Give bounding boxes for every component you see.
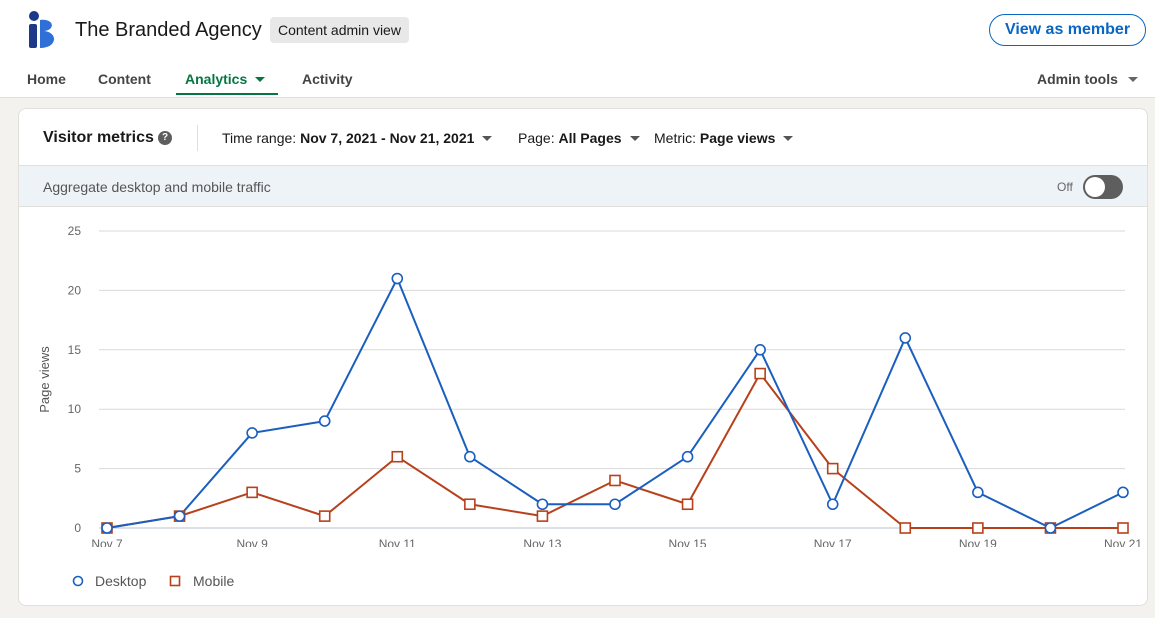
legend-circle-marker-icon — [72, 575, 84, 587]
data-point-mobile — [246, 486, 258, 499]
data-point-desktop — [972, 486, 984, 499]
metric-filter-value: Page views — [699, 130, 776, 146]
data-point-desktop — [826, 498, 839, 511]
data-point-mobile — [899, 522, 912, 534]
data-point-mobile — [826, 462, 839, 475]
toggle-knob — [1085, 177, 1105, 197]
data-point-mobile — [464, 498, 476, 511]
series-line-desktop — [106, 277, 1124, 529]
visitor-metrics-title: Visitor metrics — [43, 129, 154, 146]
nav-tab-activity[interactable]: Activity — [302, 70, 353, 88]
y-tick-label: 0 — [74, 521, 81, 535]
data-point-desktop — [536, 498, 549, 511]
aggregate-traffic-toggle[interactable] — [1083, 175, 1123, 199]
nav-tab-analytics[interactable]: Analytics — [185, 70, 266, 88]
page-filter-label: Page: — [518, 130, 555, 146]
legend-square-marker-icon — [169, 575, 181, 587]
y-tick-label: 5 — [74, 462, 81, 476]
nav-tab-content[interactable]: Content — [98, 70, 151, 88]
data-point-desktop — [318, 415, 331, 427]
data-point-desktop — [464, 450, 476, 463]
data-point-mobile — [391, 450, 404, 463]
caret-down-icon — [482, 135, 493, 141]
time-range-label: Time range: — [222, 130, 297, 146]
data-point-desktop — [681, 450, 694, 463]
view-as-member-button[interactable]: View as member — [989, 14, 1146, 46]
page-filter-value: All Pages — [558, 130, 622, 146]
data-point-mobile — [1117, 522, 1129, 534]
time-range-filter[interactable]: Time range: Nov 7, 2021 - Nov 21, 2021 — [222, 129, 493, 147]
data-point-desktop — [754, 344, 766, 356]
data-point-mobile — [536, 510, 549, 522]
x-tick-label: Nov 11 — [379, 537, 416, 547]
x-tick-label: Nov 17 — [814, 537, 852, 547]
caret-down-icon — [255, 76, 266, 82]
caret-down-icon — [629, 135, 640, 141]
metric-filter[interactable]: Metric: Page views — [654, 129, 794, 147]
data-point-desktop — [1117, 486, 1129, 499]
data-point-mobile — [972, 522, 984, 534]
x-tick-label: Nov 19 — [959, 537, 997, 547]
card-header: Visitor metrics ? Time range: Nov 7, 202… — [19, 109, 1147, 165]
nav-tab-home[interactable]: Home — [27, 70, 66, 88]
time-range-value: Nov 7, 2021 - Nov 21, 2021 — [300, 130, 475, 146]
aggregate-traffic-label: Aggregate desktop and mobile traffic — [43, 179, 271, 195]
x-tick-label: Nov 15 — [669, 537, 707, 547]
toggle-state-label: Off — [1057, 180, 1073, 194]
data-point-desktop — [899, 332, 912, 344]
data-point-mobile — [681, 498, 694, 511]
legend-label-desktop: Desktop — [95, 573, 147, 589]
nav-tab-analytics-label: Analytics — [185, 71, 248, 87]
caret-down-icon — [1127, 76, 1138, 82]
x-tick-label: Nov 13 — [523, 537, 561, 547]
page-views-line-chart: 0 5 10 15 20 25 Page views Nov 7 Nov 9 Nov 11 Nov … — [37, 224, 1142, 547]
x-tick-label: Nov 7 — [91, 537, 123, 547]
y-axis-label: Page views — [37, 346, 52, 413]
legend-label-mobile: Mobile — [193, 573, 235, 589]
branded-agency-logo-icon[interactable] — [24, 10, 60, 52]
legend-item-mobile[interactable]: Mobile — [169, 573, 234, 589]
admin-tools-dropdown[interactable]: Admin tools — [1037, 70, 1138, 88]
active-tab-indicator — [176, 93, 278, 95]
data-point-mobile — [609, 474, 621, 487]
metric-filter-label: Metric: — [654, 130, 696, 146]
legend-item-desktop[interactable]: Desktop — [72, 573, 147, 589]
data-point-desktop — [246, 427, 258, 439]
data-point-desktop — [1044, 522, 1057, 534]
data-point-desktop — [173, 510, 186, 522]
y-tick-label: 25 — [68, 224, 82, 238]
y-tick-label: 20 — [68, 283, 82, 297]
admin-tools-label: Admin tools — [1037, 71, 1118, 87]
data-point-mobile — [754, 367, 766, 380]
page-filter[interactable]: Page: All Pages — [518, 129, 640, 147]
visitor-metrics-card: Visitor metrics ? Time range: Nov 7, 202… — [18, 108, 1148, 606]
caret-down-icon — [783, 135, 794, 141]
data-point-desktop — [391, 272, 404, 285]
data-point-mobile — [318, 510, 331, 522]
x-tick-label: Nov 9 — [236, 537, 268, 547]
y-tick-label: 10 — [68, 402, 82, 416]
help-circle-icon[interactable]: ? — [158, 131, 172, 145]
data-point-desktop — [101, 522, 113, 534]
aggregate-traffic-bar: Aggregate desktop and mobile traffic Off — [19, 165, 1147, 207]
organization-name: The Branded Agency — [75, 19, 262, 41]
content-admin-view-badge: Content admin view — [270, 17, 409, 43]
top-bar: The Branded Agency Content admin view Vi… — [0, 0, 1155, 98]
data-point-desktop — [609, 498, 621, 511]
header-divider — [197, 125, 198, 151]
y-tick-label: 15 — [68, 343, 82, 357]
x-tick-label: Nov 21 — [1104, 537, 1142, 547]
